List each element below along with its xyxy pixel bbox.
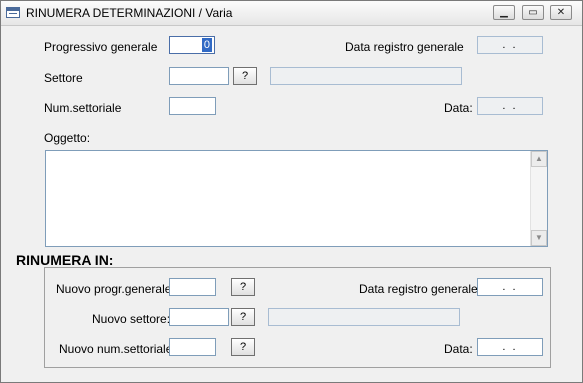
window: RINUMERA DETERMINAZIONI / Varia ▁ ▭ ✕ Pr…	[0, 0, 583, 383]
data-registro-generale-field[interactable]: . .	[477, 36, 543, 54]
progressivo-generale-value: 0	[201, 38, 212, 52]
nuovo-progr-generale-label: Nuovo progr.generale:	[56, 282, 175, 296]
settore-description-field	[270, 67, 462, 85]
scroll-down-icon[interactable]: ▼	[531, 230, 547, 246]
nuovo-settore-lookup-button[interactable]: ?	[231, 308, 255, 326]
nuovo-data-label: Data:	[444, 342, 473, 356]
nuovo-settore-label: Nuovo settore:	[92, 312, 171, 326]
close-button[interactable]: ✕	[550, 5, 572, 20]
form-icon	[6, 7, 20, 18]
num-settoriale-label: Num.settoriale	[44, 101, 122, 115]
scroll-up-icon[interactable]: ▲	[531, 151, 547, 167]
nuovo-num-settoriale-label: Nuovo num.settoriale:	[59, 342, 176, 356]
data-registro-generale-label: Data registro generale	[345, 40, 464, 54]
nuovo-num-settoriale-lookup-button[interactable]: ?	[231, 338, 255, 356]
data-label: Data:	[444, 101, 473, 115]
nuovo-num-settoriale-field[interactable]	[169, 338, 216, 356]
settore-field[interactable]	[169, 67, 229, 85]
form-body: Progressivo generale 0 Data registro gen…	[2, 26, 581, 381]
window-title: RINUMERA DETERMINAZIONI / Varia	[26, 6, 233, 20]
data-field[interactable]: . .	[477, 97, 543, 115]
rinumera-heading: RINUMERA IN:	[16, 252, 114, 268]
nuovo-progr-generale-field[interactable]	[169, 278, 216, 296]
nuovo-progr-generale-lookup-button[interactable]: ?	[231, 278, 255, 296]
oggetto-textarea[interactable]: ▲ ▼	[45, 150, 548, 247]
num-settoriale-field[interactable]	[169, 97, 216, 115]
oggetto-scrollbar[interactable]: ▲ ▼	[530, 151, 547, 246]
oggetto-label: Oggetto:	[44, 131, 91, 145]
title-bar[interactable]: RINUMERA DETERMINAZIONI / Varia ▁ ▭ ✕	[1, 1, 582, 26]
maximize-button[interactable]: ▭	[522, 5, 544, 20]
progressivo-generale-field[interactable]: 0	[169, 36, 215, 54]
nuovo-data-registro-generale-label: Data registro generale:	[359, 282, 482, 296]
minimize-button[interactable]: ▁	[493, 5, 515, 20]
progressivo-generale-label: Progressivo generale	[44, 40, 158, 54]
settore-lookup-button[interactable]: ?	[233, 67, 257, 85]
nuovo-data-registro-generale-field[interactable]: . .	[477, 278, 543, 296]
settore-label: Settore	[44, 71, 83, 85]
nuovo-settore-description-field	[268, 308, 460, 326]
nuovo-data-field[interactable]: . .	[477, 338, 543, 356]
nuovo-settore-field[interactable]	[169, 308, 229, 326]
